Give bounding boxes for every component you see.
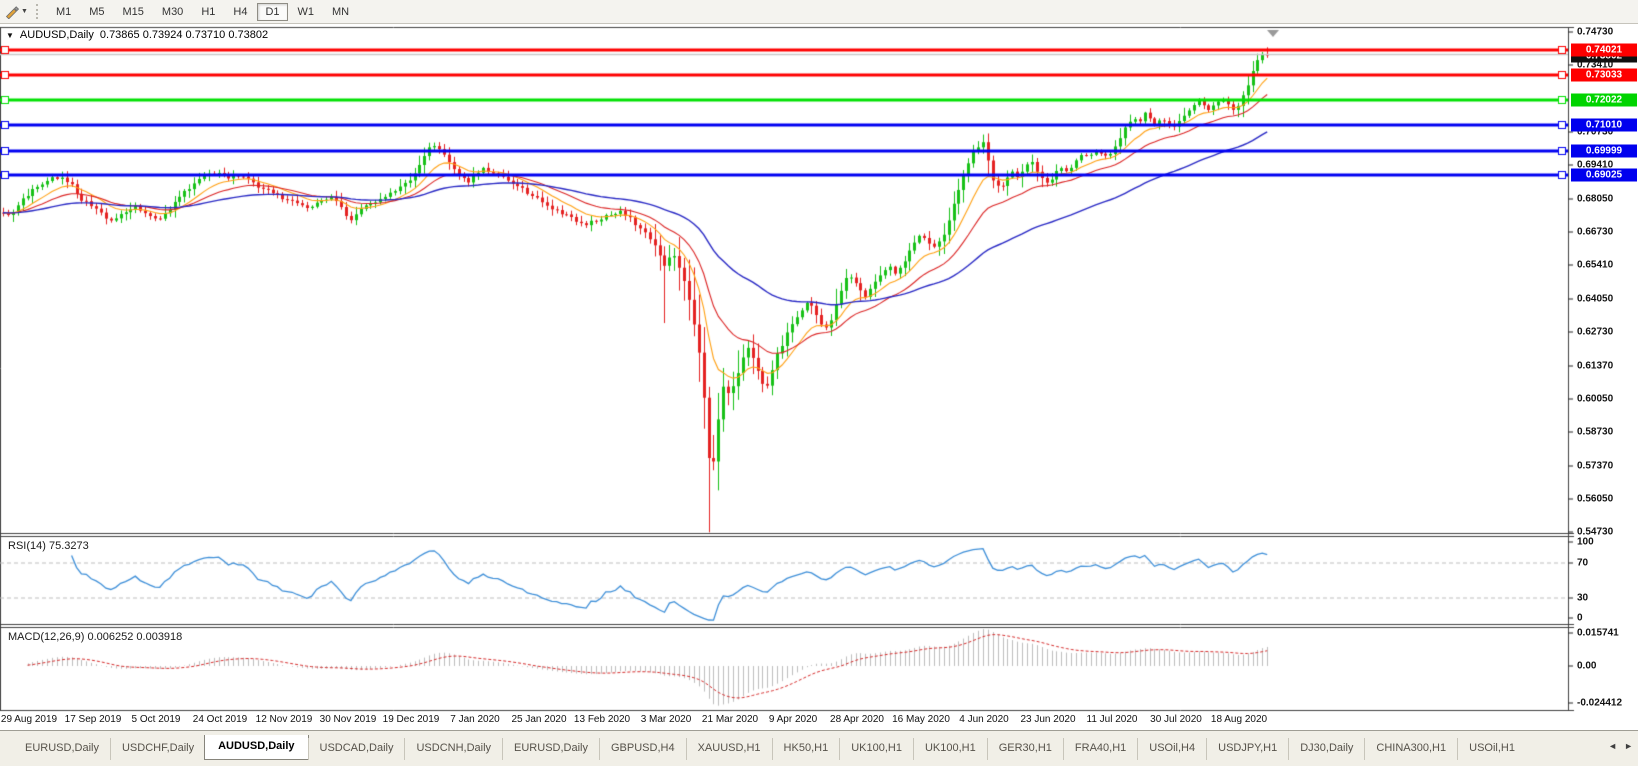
date-tick-label: 28 Apr 2020 [830, 714, 884, 725]
timeframe-button[interactable]: H1 [193, 3, 223, 21]
price-tag: 0.69025 [1571, 169, 1637, 182]
date-tick-label: 5 Oct 2019 [132, 714, 181, 725]
symbol-tab[interactable]: USDCAD,Daily [308, 738, 405, 760]
date-tick-label: 7 Jan 2020 [450, 714, 500, 725]
price-chart-canvas[interactable] [0, 0, 1638, 766]
price-tag: 0.69999 [1571, 145, 1637, 158]
chart-title: ▼ AUDUSD,Daily 0.73865 0.73924 0.73710 0… [6, 29, 268, 41]
symbol-tab[interactable]: XAUUSD,H1 [686, 738, 772, 760]
price-tick-label: 0.66730 [1577, 227, 1613, 238]
rsi-tick-label: 100 [1577, 537, 1594, 548]
price-tick-label: 0.74730 [1577, 27, 1613, 38]
date-tick-label: 23 Jun 2020 [1020, 714, 1075, 725]
symbol-tab[interactable]: UK100,H1 [839, 738, 913, 760]
symbol-tab[interactable]: GBPUSD,H4 [599, 738, 686, 760]
price-tick-label: 0.64050 [1577, 294, 1613, 305]
macd-tick-label: -0.024412 [1577, 698, 1622, 709]
symbol-tab[interactable]: UK100,H1 [913, 738, 987, 760]
date-tick-label: 16 May 2020 [892, 714, 950, 725]
price-tick-label: 0.60050 [1577, 394, 1613, 405]
price-tick-label: 0.62730 [1577, 327, 1613, 338]
chevron-down-icon: ▼ [21, 8, 28, 15]
date-tick-label: 3 Mar 2020 [641, 714, 692, 725]
symbol-tab[interactable]: USOil,H4 [1137, 738, 1206, 760]
date-tick-label: 17 Sep 2019 [65, 714, 122, 725]
tab-scroll-controls: ◄ ► [1608, 741, 1633, 751]
timeframe-button[interactable]: D1 [257, 3, 287, 21]
macd-tick-label: 0.015741 [1577, 628, 1619, 639]
timeframe-button[interactable]: H4 [225, 3, 255, 21]
chart-symbol-label: AUDUSD,Daily [20, 29, 94, 41]
timeframe-toolbar: ▼ M1M5M15M30H1H4D1W1MN [0, 0, 1638, 24]
date-tick-label: 4 Jun 2020 [959, 714, 1009, 725]
symbol-tab[interactable]: EURUSD,Daily [14, 738, 110, 760]
price-tick-label: 0.68050 [1577, 194, 1613, 205]
symbol-tab[interactable]: FRA40,H1 [1063, 738, 1137, 760]
rsi-indicator-label: RSI(14) 75.3273 [8, 540, 89, 552]
date-tick-label: 18 Aug 2020 [1211, 714, 1267, 725]
timeframe-button[interactable]: MN [324, 3, 357, 21]
date-tick-label: 13 Feb 2020 [574, 714, 630, 725]
chart-menu-arrow-icon[interactable]: ▼ [6, 31, 14, 40]
timeframe-button[interactable]: M15 [115, 3, 152, 21]
symbol-tab[interactable]: EURUSD,Daily [502, 738, 599, 760]
price-tick-label: 0.57370 [1577, 461, 1613, 472]
symbol-tab[interactable]: DJ30,Daily [1288, 738, 1364, 760]
symbol-tab[interactable]: USDCNH,Daily [404, 738, 502, 760]
chart-ohlc-values: 0.73865 0.73924 0.73710 0.73802 [100, 29, 268, 41]
symbol-tab-bar: EURUSD,DailyUSDCHF,DailyAUDUSD,DailyUSDC… [0, 730, 1638, 766]
draw-tool-button[interactable]: ▼ [0, 3, 31, 20]
date-tick-label: 25 Jan 2020 [511, 714, 566, 725]
date-tick-label: 21 Mar 2020 [702, 714, 758, 725]
timeframe-button[interactable]: M5 [81, 3, 112, 21]
timeframe-button[interactable]: W1 [290, 3, 323, 21]
rsi-tick-label: 0 [1577, 613, 1583, 624]
symbol-tab[interactable]: USOil,H1 [1457, 738, 1526, 760]
toolbar-grip [36, 4, 41, 19]
date-tick-label: 30 Nov 2019 [320, 714, 377, 725]
symbol-tab[interactable]: GER30,H1 [987, 738, 1063, 760]
price-tick-label: 0.61370 [1577, 361, 1613, 372]
price-tag: 0.72022 [1571, 94, 1637, 107]
symbol-tab[interactable]: USDJPY,H1 [1206, 738, 1288, 760]
tab-scroll-right-icon[interactable]: ► [1624, 741, 1633, 751]
symbol-tab[interactable]: USDCHF,Daily [110, 738, 205, 760]
date-tick-label: 24 Oct 2019 [193, 714, 247, 725]
date-tick-label: 30 Jul 2020 [1150, 714, 1202, 725]
price-tick-label: 0.56050 [1577, 494, 1613, 505]
rsi-tick-label: 70 [1577, 558, 1588, 569]
pencil-icon [4, 4, 19, 19]
macd-indicator-label: MACD(12,26,9) 0.006252 0.003918 [8, 631, 182, 643]
timeframe-buttons: M1M5M15M30H1H4D1W1MN [47, 3, 358, 21]
tab-scroll-left-icon[interactable]: ◄ [1608, 741, 1617, 751]
date-tick-label: 11 Jul 2020 [1087, 714, 1138, 725]
symbol-tab[interactable]: AUDUSD,Daily [204, 735, 308, 760]
timeframe-button[interactable]: M1 [48, 3, 79, 21]
timeframe-button[interactable]: M30 [154, 3, 191, 21]
price-tag: 0.73033 [1571, 69, 1637, 82]
macd-tick-label: 0.00 [1577, 661, 1596, 672]
trading-platform-window: ▼ M1M5M15M30H1H4D1W1MN ▼ AUDUSD,Daily 0.… [0, 0, 1638, 766]
date-tick-label: 29 Aug 2019 [1, 714, 57, 725]
price-tag: 0.71010 [1571, 119, 1637, 132]
date-tick-label: 19 Dec 2019 [383, 714, 440, 725]
symbol-tabs: EURUSD,DailyUSDCHF,DailyAUDUSD,DailyUSDC… [0, 735, 1638, 760]
price-tag: 0.74021 [1571, 44, 1637, 57]
price-tick-label: 0.58730 [1577, 427, 1613, 438]
price-tick-label: 0.65410 [1577, 260, 1613, 271]
date-tick-label: 9 Apr 2020 [769, 714, 817, 725]
rsi-tick-label: 30 [1577, 593, 1588, 604]
symbol-tab[interactable]: HK50,H1 [772, 738, 840, 760]
symbol-tab[interactable]: CHINA300,H1 [1364, 738, 1457, 760]
date-tick-label: 12 Nov 2019 [256, 714, 313, 725]
